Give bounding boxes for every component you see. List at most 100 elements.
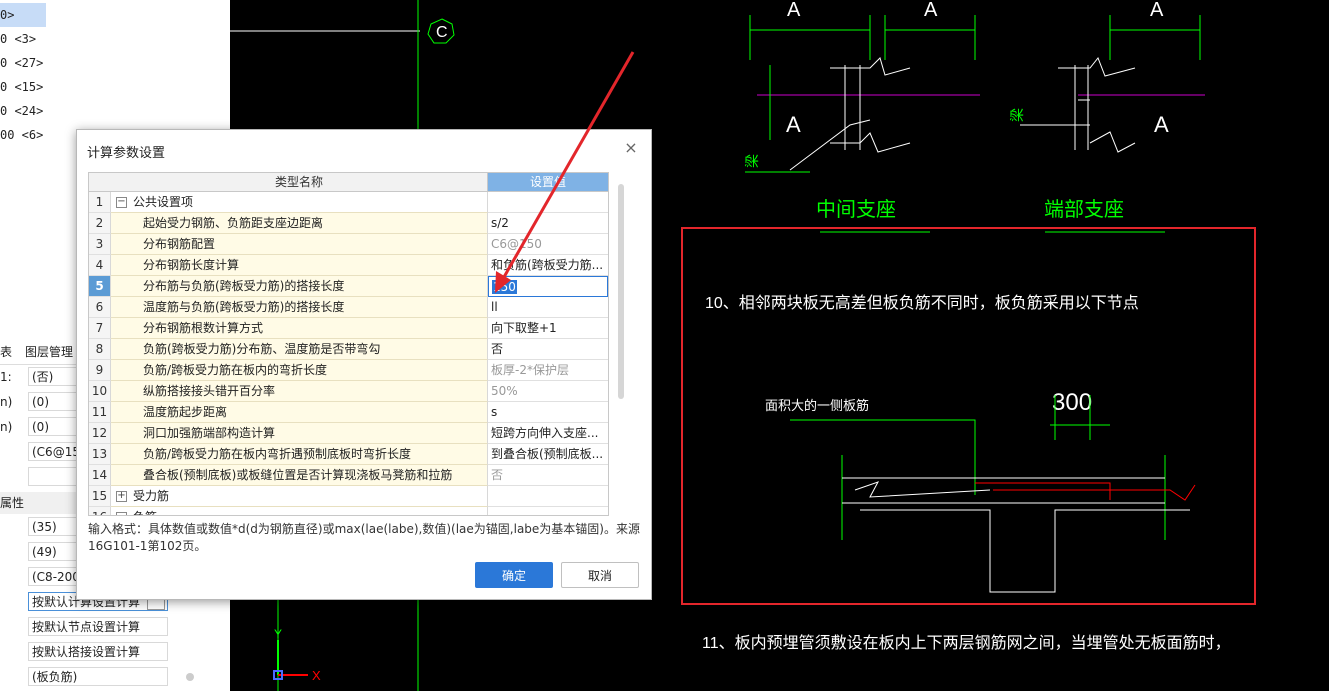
x-axis-label: X <box>312 668 321 683</box>
expand-icon[interactable]: + <box>116 491 127 502</box>
note-10: 10、相邻两块板无高差但板负筋不同时，板负筋采用以下节点 <box>705 294 1139 312</box>
close-icon[interactable]: × <box>623 140 639 156</box>
collapse-icon[interactable]: − <box>116 512 127 515</box>
params-grid: 类型名称 设置值 1− 公共设置项 2 起始受力钢筋、负筋距支座边距离 s/2 3 分布钢筋… <box>88 172 609 516</box>
grid-scrollbar[interactable] <box>618 184 624 399</box>
row-name-text: 负筋(跨板受力筋)分布筋、温度筋是否带弯勾 <box>143 342 381 356</box>
row-name-text: 叠合板(预制底板)或板缝位置是否计算现浇板马凳筋和拉筋 <box>143 468 453 482</box>
row-name-text: 负筋 <box>133 510 157 515</box>
table-row[interactable]: 13 负筋/跨板受力筋在板内弯折遇预制底板时弯折长度 到叠合板(预制底板... <box>89 444 608 465</box>
dim-300: 300 <box>1052 389 1092 416</box>
row-name: 叠合板(预制底板)或板缝位置是否计算现浇板马凳筋和拉筋 <box>111 465 488 486</box>
input-format-help: 输入格式：具体数值或数值*d(d为钢筋直径)或max(lae(labe),数值)… <box>88 522 640 553</box>
axis-label-c: C <box>436 24 448 41</box>
label-large-side-rebar: 面积大的一侧板筋 <box>765 398 869 413</box>
property-value-text: (35) <box>32 520 57 534</box>
row-name: 负筋(跨板受力筋)分布筋、温度筋是否带弯勾 <box>111 339 488 360</box>
tree-item[interactable]: 0 <3> <box>0 27 36 51</box>
row-name: 起始受力钢筋、负筋距支座边距离 <box>111 213 488 234</box>
row-number: 3 <box>89 234 111 255</box>
row-value[interactable] <box>488 192 608 213</box>
property-value-text: 按默认节点设置计算 <box>32 620 141 634</box>
tree-item[interactable]: 0 <15> <box>0 75 43 99</box>
table-row[interactable]: 6 温度筋与负筋(跨板受力筋)的搭接长度 ll <box>89 297 608 318</box>
property-value-text: (板负筋) <box>32 670 78 684</box>
tab-layer-management[interactable]: 图层管理 <box>25 340 73 364</box>
dim-a-1: A <box>787 0 801 21</box>
cancel-button[interactable]: 取消 <box>561 562 639 588</box>
property-row: 按默认节点设置计算 <box>0 615 230 639</box>
row-number: 15 <box>89 486 111 507</box>
row-name: 纵筋搭接接头错开百分率 <box>111 381 488 402</box>
row-number: 8 <box>89 339 111 360</box>
row-name: 分布钢筋配置 <box>111 234 488 255</box>
y-axis-label: Y <box>274 627 282 641</box>
row-name: + 受力筋 <box>111 486 488 507</box>
row-value-input[interactable]: 150 <box>488 276 608 297</box>
table-row[interactable]: 12 洞口加强筋端部构造计算 短跨方向伸入支座... <box>89 423 608 444</box>
tab-table[interactable]: 表 <box>0 340 12 364</box>
row-name-text: 分布钢筋根数计算方式 <box>143 321 264 335</box>
collapse-icon[interactable]: − <box>116 197 127 208</box>
row-number: 14 <box>89 465 111 486</box>
table-row[interactable]: 2 起始受力钢筋、负筋距支座边距离 s/2 <box>89 213 608 234</box>
row-name: 负筋/跨板受力筋在板内的弯折长度 <box>111 360 488 381</box>
row-name-text: 受力筋 <box>133 489 170 503</box>
row-value[interactable]: 到叠合板(预制底板... <box>488 444 608 465</box>
label-beam-2: 梁 <box>1009 108 1025 122</box>
dim-a-2: A <box>924 0 938 21</box>
table-row[interactable]: 11 温度筋起步距离 s <box>89 402 608 423</box>
table-row[interactable]: 4 分布钢筋长度计算 和负筋(跨板受力筋... <box>89 255 608 276</box>
row-value[interactable]: 50% <box>488 381 608 402</box>
row-name-text: 洞口加强筋端部构造计算 <box>143 426 276 440</box>
note-11: 11、板内预埋管须敷设在板内上下两层钢筋网之间，当埋管处无板面筋时， <box>702 633 1231 652</box>
tree-item[interactable]: 0 <24> <box>0 99 43 123</box>
table-row[interactable]: 15 + 受力筋 <box>89 486 608 507</box>
row-name: 分布钢筋根数计算方式 <box>111 318 488 339</box>
row-value[interactable] <box>488 486 608 507</box>
row-number: 13 <box>89 444 111 465</box>
row-value[interactable]: 否 <box>488 465 608 486</box>
table-row[interactable]: 1− 公共设置项 <box>89 192 608 213</box>
property-value[interactable]: (板负筋) <box>28 667 168 686</box>
row-name-text: 分布钢筋长度计算 <box>143 258 240 272</box>
row-name: 温度筋与负筋(跨板受力筋)的搭接长度 <box>111 297 488 318</box>
table-row[interactable]: 10 纵筋搭接接头错开百分率 50% <box>89 381 608 402</box>
table-row[interactable]: 5 分布筋与负筋(跨板受力筋)的搭接长度 150 <box>89 276 608 297</box>
table-row[interactable]: 8 负筋(跨板受力筋)分布筋、温度筋是否带弯勾 否 <box>89 339 608 360</box>
label-beam-1: 梁 <box>744 154 760 168</box>
row-value[interactable]: 板厚-2*保护层 <box>488 360 608 381</box>
property-value[interactable]: 按默认搭接设置计算 <box>28 642 168 661</box>
row-value[interactable] <box>488 507 608 515</box>
row-value[interactable]: 否 <box>488 339 608 360</box>
table-row[interactable]: 9 负筋/跨板受力筋在板内的弯折长度 板厚-2*保护层 <box>89 360 608 381</box>
table-row[interactable]: 7 分布钢筋根数计算方式 向下取整+1 <box>89 318 608 339</box>
row-number: 5 <box>89 276 111 297</box>
row-value[interactable]: 和负筋(跨板受力筋... <box>488 255 608 276</box>
table-row[interactable]: 14 叠合板(预制底板)或板缝位置是否计算现浇板马凳筋和拉筋 否 <box>89 465 608 486</box>
row-value[interactable]: s/2 <box>488 213 608 234</box>
table-row[interactable]: 16 − 负筋 <box>89 507 608 515</box>
table-row[interactable]: 3 分布钢筋配置 C6@150 <box>89 234 608 255</box>
row-name-text: 温度筋起步距离 <box>143 405 228 419</box>
highlight-box <box>681 227 1256 605</box>
tree-item[interactable]: 00 <6> <box>0 123 43 147</box>
property-value[interactable]: 按默认节点设置计算 <box>28 617 168 636</box>
property-group-label: 属性 <box>0 496 25 510</box>
row-value[interactable]: s <box>488 402 608 423</box>
row-value[interactable]: 向下取整+1 <box>488 318 608 339</box>
row-number: 2 <box>89 213 111 234</box>
col-header-name[interactable]: 类型名称 <box>111 173 488 192</box>
row-value[interactable]: 短跨方向伸入支座... <box>488 423 608 444</box>
ok-button[interactable]: 确定 <box>475 562 553 588</box>
row-name-text: 负筋/跨板受力筋在板内的弯折长度 <box>143 363 328 377</box>
label-middle-support: 中间支座 <box>816 198 896 221</box>
dim-a-4: A <box>1150 0 1164 21</box>
row-value[interactable]: C6@150 <box>488 234 608 255</box>
tree-item[interactable]: 0> <box>0 3 46 27</box>
col-header-value[interactable]: 设置值 <box>488 173 608 192</box>
tree-item[interactable]: 0 <27> <box>0 51 43 75</box>
row-value[interactable]: ll <box>488 297 608 318</box>
row-name-text: 温度筋与负筋(跨板受力筋)的搭接长度 <box>143 300 345 314</box>
row-name-text: 起始受力钢筋、负筋距支座边距离 <box>143 216 324 230</box>
